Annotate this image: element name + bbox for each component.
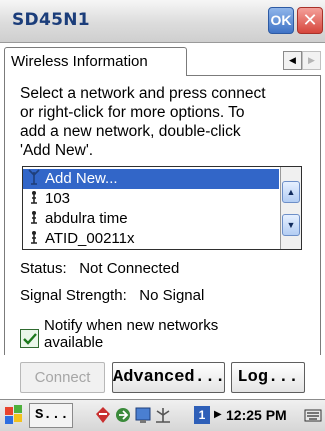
signal-label: Signal Strength:: [20, 287, 127, 304]
network-label: 103: [45, 190, 71, 207]
network-list-item[interactable]: abdulra time: [23, 209, 279, 229]
tab-label: Wireless Information: [11, 53, 148, 70]
instructions-text: Select a network and press connect or ri…: [20, 85, 266, 159]
close-button[interactable]: ✕: [297, 7, 323, 34]
title-bar: SD45N1 OK ✕: [0, 0, 325, 43]
add-network-icon: [27, 169, 41, 191]
signal-row: Signal Strength: No Signal: [20, 287, 204, 304]
notify-option[interactable]: Notify when new networks available: [20, 317, 290, 357]
network-list-item[interactable]: ATID_00211x: [23, 229, 279, 249]
tab-wireless-information[interactable]: Wireless Information: [4, 47, 187, 76]
network-icon: [27, 209, 41, 231]
network-label: abdulra time: [45, 210, 128, 227]
taskbar-app-button[interactable]: S...: [29, 403, 73, 428]
taskbar: S... 1 ▶ 12:25 PM: [0, 399, 325, 431]
network-list-item[interactable]: 103: [23, 189, 279, 209]
log-button[interactable]: Log...: [231, 362, 305, 393]
start-menu-icon[interactable]: [4, 404, 24, 426]
window-title: SD45N1: [12, 10, 90, 30]
network-icon: [27, 229, 41, 249]
clock[interactable]: 12:25 PM: [226, 406, 287, 424]
scroll-up-icon[interactable]: ▲: [282, 181, 300, 203]
tab-scroll-arrows: ◀ ▶: [283, 51, 321, 70]
network-status-icon[interactable]: [134, 405, 152, 425]
keyboard-icon[interactable]: [304, 406, 322, 426]
notify-label: Notify when new networks available: [44, 317, 219, 351]
status-label: Status:: [20, 260, 67, 277]
network-list-item[interactable]: Add New...: [23, 169, 279, 189]
signal-strength-icon[interactable]: [154, 405, 172, 425]
network-list-scrollbar[interactable]: ▲ ▼: [280, 167, 301, 249]
notify-checkbox[interactable]: [20, 329, 39, 348]
signal-value: No Signal: [139, 287, 205, 304]
network-list[interactable]: Add New... 103 abdulra time ATID_00211x: [22, 166, 302, 250]
advanced-button[interactable]: Advanced...: [112, 362, 225, 393]
sync-icon[interactable]: [114, 405, 132, 425]
ok-button[interactable]: OK: [268, 7, 294, 34]
tab-scroll-left-icon[interactable]: ◀: [283, 51, 302, 70]
network-icon: [27, 189, 41, 211]
tray-expand-icon[interactable]: ▶: [214, 406, 222, 424]
connectivity-icon[interactable]: [94, 405, 112, 425]
page-number-badge[interactable]: 1: [194, 406, 210, 424]
network-label: Add New...: [45, 170, 118, 187]
connect-button[interactable]: Connect: [20, 362, 105, 393]
status-row: Status: Not Connected: [20, 260, 179, 277]
network-label: ATID_00211x: [45, 230, 135, 247]
tab-scroll-right-icon[interactable]: ▶: [302, 51, 321, 70]
scroll-down-icon[interactable]: ▼: [282, 214, 300, 236]
status-value: Not Connected: [79, 260, 180, 277]
